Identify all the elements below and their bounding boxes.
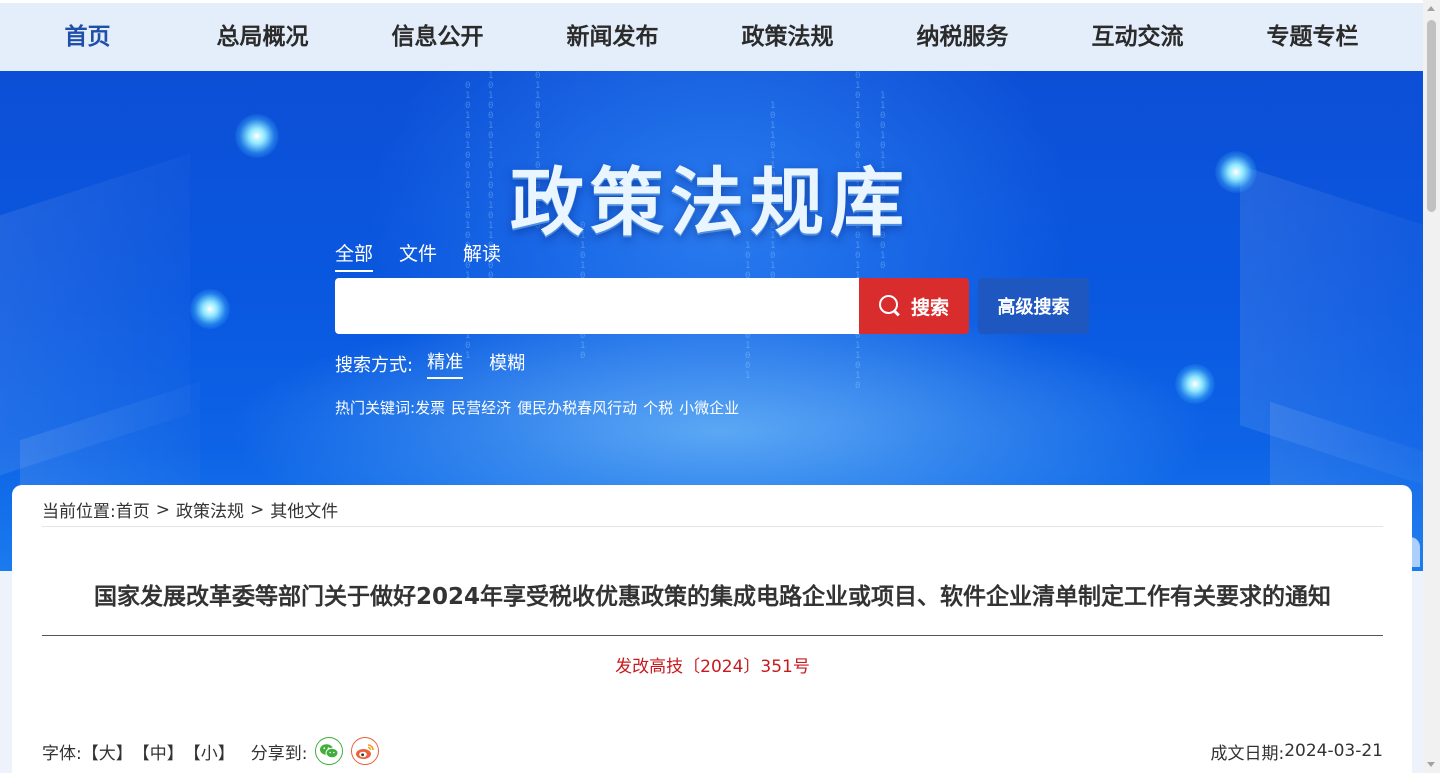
search-mode-fuzzy[interactable]: 模糊 [489,349,525,378]
hot-keyword[interactable]: 小微企业 [679,397,739,418]
search-button[interactable]: 搜索 [859,278,969,334]
breadcrumb-home[interactable]: 首页 [116,497,150,522]
weibo-glyph [356,743,375,759]
breadcrumb-policy[interactable]: 政策法规 [176,497,244,522]
breadcrumb-separator: > [155,499,170,520]
glow-dot [1175,364,1215,404]
nav-item-news[interactable]: 新闻发布 [525,3,700,71]
scroll-up-arrow-icon[interactable] [1427,6,1435,11]
glow-dot [1215,151,1257,193]
document-date: 2024-03-21 [1284,741,1383,761]
hot-keyword[interactable]: 便民办税春风行动 [517,397,637,418]
title-divider [42,635,1383,636]
hot-keyword[interactable]: 发票 [415,397,445,418]
search-mode-label: 搜索方式: [335,354,414,376]
search-scope-tabs: 全部 文件 解读 [335,239,501,272]
wechat-icon[interactable] [315,737,344,765]
banner-title: 政策法规库 [510,160,910,246]
scrollbar-thumb[interactable] [1427,20,1436,212]
nav-item-overview[interactable]: 总局概况 [175,3,350,71]
wechat-glyph [320,744,339,759]
search-mode-exact[interactable]: 精准 [427,348,464,379]
font-size-label: 字体: [42,743,82,764]
nav-item-tax-service[interactable]: 纳税服务 [875,3,1050,71]
advanced-search-button[interactable]: 高级搜索 [978,278,1089,334]
glow-dot [235,114,279,158]
breadcrumb-other-files[interactable]: 其他文件 [270,497,338,522]
nav-item-info-disclosure[interactable]: 信息公开 [350,3,525,71]
glow-dot [190,289,230,329]
decor-binary: 1010010110100101101001 [488,71,494,291]
nav-item-policy[interactable]: 政策法规 [700,3,875,71]
hot-keyword[interactable]: 个税 [643,397,673,418]
search-tab-interpretations[interactable]: 解读 [463,239,501,272]
breadcrumb-label: 当前位置: [42,502,116,522]
breadcrumb-separator: > [249,499,265,520]
scroll-down-arrow-icon[interactable] [1427,762,1435,767]
hot-keyword[interactable]: 民营经济 [451,397,511,418]
document-number: 发改高技〔2024〕351号 [615,657,810,677]
document-card: 当前位置: 首页 > 政策法规 > 其他文件 国家发展改革委等部门关于做好202… [12,485,1412,773]
hot-keywords-label: 热门关键词: [335,399,416,417]
search-icon [878,295,901,317]
document-title: 国家发展改革委等部门关于做好2024年享受税收优惠政策的集成电路企业或项目、软件… [93,584,1331,610]
hot-keywords: 热门关键词: 发票 民营经济 便民办税春风行动 个税 小微企业 [335,397,739,418]
top-nav: 首页 总局概况 信息公开 新闻发布 政策法规 纳税服务 互动交流 专题专栏 [0,0,1423,71]
search-button-label: 搜索 [910,296,949,319]
document-meta: 字体: 【大】 【中】 【小】 分享到: 成文日期: 2024-03-21 [42,736,1383,766]
weibo-icon[interactable] [351,737,380,765]
nav-item-interaction[interactable]: 互动交流 [1050,3,1225,71]
font-size-large[interactable]: 【大】 [82,739,133,764]
search-tab-files[interactable]: 文件 [399,239,437,272]
search-tab-all[interactable]: 全部 [335,239,374,272]
search-mode: 搜索方式: 精准 模糊 [335,348,525,379]
font-size-medium[interactable]: 【中】 [133,739,184,764]
date-label: 成文日期: [1210,743,1285,764]
breadcrumb: 当前位置: 首页 > 政策法规 > 其他文件 [42,493,1383,527]
search-input[interactable] [335,278,860,334]
nav-item-home[interactable]: 首页 [0,3,175,71]
page-scrollbar[interactable] [1423,0,1440,773]
font-size-small[interactable]: 【小】 [184,739,235,764]
share-label: 分享到: [250,743,308,764]
decor-binary: 0110100110100110 [535,71,541,231]
decor-binary: 0101101001011010010110100101 [465,81,471,361]
nav-item-topics[interactable]: 专题专栏 [1225,3,1400,71]
